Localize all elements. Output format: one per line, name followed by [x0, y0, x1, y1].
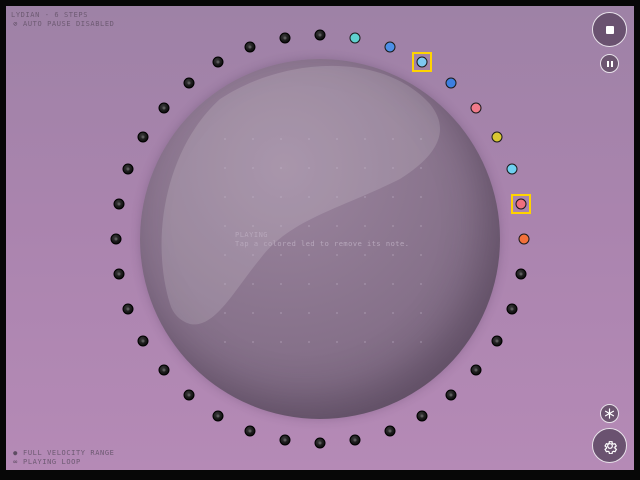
- playing-hint: Tap a colored led to remove its note.: [235, 240, 410, 248]
- auto-pause-icon: ⊘: [13, 20, 18, 28]
- led-empty[interactable]: [244, 41, 256, 53]
- mode-button[interactable]: [600, 404, 619, 423]
- app-screen: LYDIAN - 6 STEPS ⊘ AUTO PAUSE DISABLED PL…: [6, 6, 634, 470]
- led-empty[interactable]: [212, 56, 224, 68]
- led-empty[interactable]: [212, 410, 224, 422]
- center-message: PLAYING Tap a colored led to remove its …: [235, 231, 409, 249]
- gear-icon: [603, 440, 617, 454]
- velocity-icon: ●: [13, 449, 18, 457]
- led-empty[interactable]: [110, 233, 122, 245]
- led-colored[interactable]: [445, 77, 457, 89]
- led-empty[interactable]: [158, 102, 170, 114]
- loop-icon: ∞: [13, 458, 18, 466]
- led-colored[interactable]: [491, 131, 503, 143]
- led-empty[interactable]: [183, 77, 195, 89]
- velocity-label: FULL VELOCITY RANGE: [23, 449, 115, 457]
- led-colored[interactable]: [470, 102, 482, 114]
- led-empty[interactable]: [158, 364, 170, 376]
- led-empty[interactable]: [137, 131, 149, 143]
- led-empty[interactable]: [113, 268, 125, 280]
- led-colored[interactable]: [349, 32, 361, 44]
- snowflake-icon: [604, 408, 615, 419]
- led-empty[interactable]: [122, 163, 134, 175]
- led-empty[interactable]: [506, 303, 518, 315]
- loop-label: PLAYING LOOP: [23, 458, 81, 466]
- auto-pause-label: AUTO PAUSE DISABLED: [23, 20, 115, 28]
- led-empty[interactable]: [445, 389, 457, 401]
- led-empty[interactable]: [122, 303, 134, 315]
- led-empty[interactable]: [349, 434, 361, 446]
- led-colored[interactable]: [515, 198, 527, 210]
- led-empty[interactable]: [515, 268, 527, 280]
- led-colored[interactable]: [416, 56, 428, 68]
- playing-title: PLAYING: [235, 231, 269, 239]
- led-colored[interactable]: [518, 233, 530, 245]
- scale-steps-label: LYDIAN - 6 STEPS: [11, 11, 89, 19]
- bottom-status: ● FULL VELOCITY RANGE ∞ PLAYING LOOP: [11, 449, 114, 467]
- led-empty[interactable]: [113, 198, 125, 210]
- led-empty[interactable]: [314, 29, 326, 41]
- led-empty[interactable]: [470, 364, 482, 376]
- led-empty[interactable]: [137, 335, 149, 347]
- stop-button[interactable]: [592, 12, 627, 47]
- led-empty[interactable]: [491, 335, 503, 347]
- led-empty[interactable]: [183, 389, 195, 401]
- pause-icon: [606, 60, 609, 67]
- led-empty[interactable]: [279, 32, 291, 44]
- stop-icon: [605, 25, 614, 34]
- top-status: LYDIAN - 6 STEPS ⊘ AUTO PAUSE DISABLED: [11, 11, 114, 29]
- settings-button[interactable]: [592, 428, 627, 463]
- led-empty[interactable]: [279, 434, 291, 446]
- led-colored[interactable]: [384, 41, 396, 53]
- led-colored[interactable]: [506, 163, 518, 175]
- led-empty[interactable]: [384, 425, 396, 437]
- led-empty[interactable]: [314, 437, 326, 449]
- led-empty[interactable]: [244, 425, 256, 437]
- led-empty[interactable]: [416, 410, 428, 422]
- pause-button[interactable]: [600, 54, 619, 73]
